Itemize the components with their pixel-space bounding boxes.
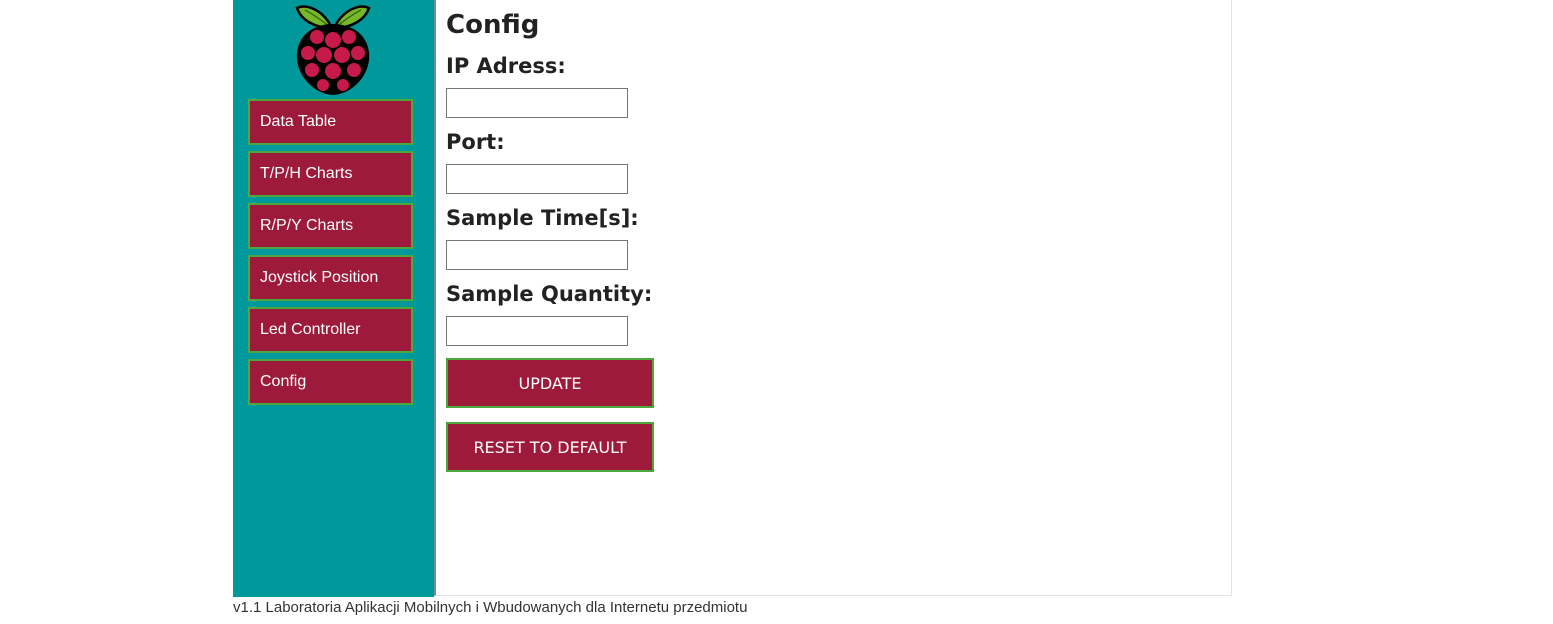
port-input[interactable]	[446, 164, 628, 194]
sidebar-item-label: R/P/Y Charts	[260, 217, 354, 234]
sample-time-label: Sample Time[s]:	[446, 206, 639, 230]
sidebar-item-label: Joystick Position	[260, 269, 379, 286]
ip-address-input[interactable]	[446, 88, 628, 118]
sidebar-item-data-table[interactable]: Data Table	[248, 99, 413, 145]
update-button[interactable]: UPDATE	[446, 358, 654, 408]
config-panel: Config IP Adress: Port: Sample Time[s]: …	[434, 0, 1232, 596]
sample-quantity-label: Sample Quantity:	[446, 282, 653, 306]
ip-address-label: IP Adress:	[446, 54, 566, 78]
sidebar-item-config[interactable]: Config	[248, 359, 413, 405]
sample-quantity-input[interactable]	[446, 316, 628, 346]
sidebar: Data Table T/P/H Charts R/P/Y Charts Joy…	[233, 0, 434, 597]
page-title: Config	[446, 10, 540, 40]
reset-to-default-button[interactable]: RESET TO DEFAULT	[446, 422, 654, 472]
sidebar-item-rpy-charts[interactable]: R/P/Y Charts	[248, 203, 413, 249]
sidebar-item-led-controller[interactable]: Led Controller	[248, 307, 413, 353]
sidebar-item-label: Led Controller	[260, 321, 361, 338]
sidebar-item-label: T/P/H Charts	[260, 165, 353, 182]
sidebar-item-label: Data Table	[260, 113, 337, 130]
footer-text: v1.1 Laboratoria Aplikacji Mobilnych i W…	[233, 599, 748, 616]
sidebar-item-joystick-position[interactable]: Joystick Position	[248, 255, 413, 301]
sidebar-item-tph-charts[interactable]: T/P/H Charts	[248, 151, 413, 197]
sidebar-item-label: Config	[260, 373, 307, 390]
sample-time-input[interactable]	[446, 240, 628, 270]
raspberry-pi-logo-icon	[295, 5, 371, 95]
port-label: Port:	[446, 130, 505, 154]
